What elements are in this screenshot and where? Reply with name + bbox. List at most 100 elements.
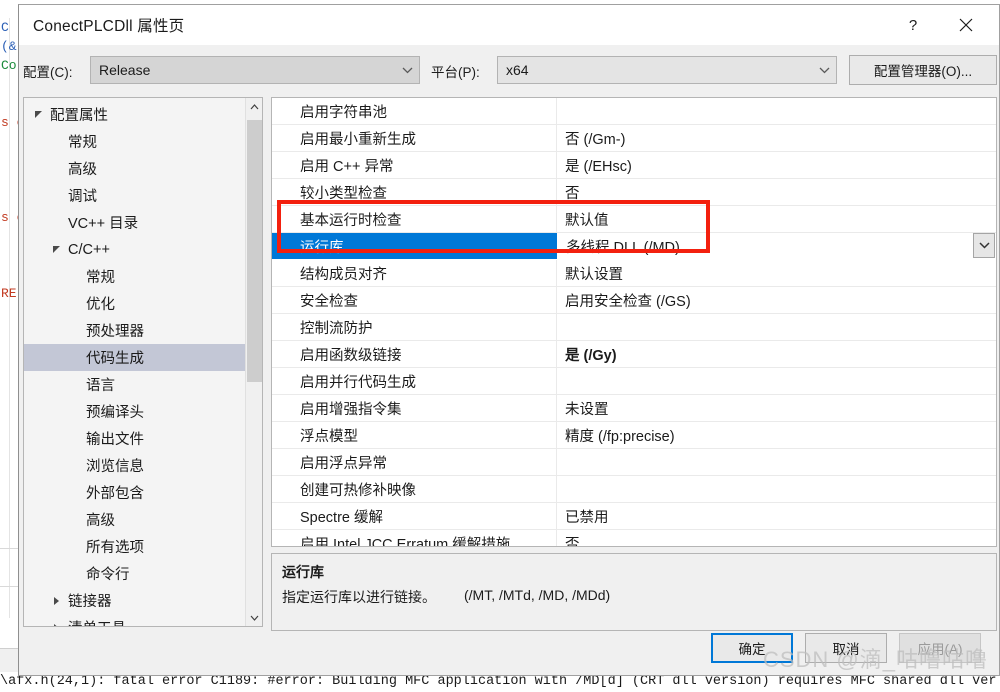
tree-item-label: 调试 [68,189,97,205]
tree-item[interactable]: 语言 [24,371,262,398]
property-row[interactable]: 启用浮点异常 [272,449,996,476]
property-row-selected[interactable]: 运行库 多线程 DLL (/MD) [272,233,996,260]
tree-item-label: 命令行 [86,567,130,583]
property-row[interactable]: 启用最小重新生成否 (/Gm-) [272,125,996,152]
cancel-button[interactable]: 取消 [805,633,887,663]
property-pages-dialog: ConectPLCDll 属性页 ? 配置(C): Release 平台(P):… [18,4,1000,676]
property-row[interactable]: 安全检查 启用安全检查 (/GS) [272,287,996,314]
triangle-glyph [52,246,60,253]
property-name: 启用 Intel JCC Erratum 缓解措施 [272,530,557,546]
property-name: 浮点模型 [272,422,557,448]
property-value: 是 (/Gy) [565,347,617,364]
scroll-up-icon[interactable] [246,98,262,115]
property-value-dropdown-button[interactable] [973,233,995,258]
property-row[interactable]: 基本运行时检查 默认值 [272,206,996,233]
tree-item[interactable]: 高级 [24,155,262,182]
property-row[interactable]: 启用函数级链接是 (/Gy) [272,341,996,368]
property-name: 启用函数级链接 [272,341,557,367]
description-title: 运行库 [282,564,324,580]
scrollbar-thumb[interactable] [247,120,262,382]
tree-item[interactable]: 输出文件 [24,425,262,452]
triangle-glyph [53,623,59,626]
tree-item-label: 链接器 [68,594,112,610]
chevron-right-icon[interactable] [48,596,64,605]
close-icon[interactable] [943,5,989,45]
property-tree-panel: 配置属性 常规 高级 调试 VC++ 目录 C/C++ 常规 优化 预处理器 代码生成 语言 预编译头… [23,97,263,627]
tree-item[interactable]: 优化 [24,290,262,317]
property-row[interactable]: 结构成员对齐 默认设置 [272,260,996,287]
property-row[interactable]: 启用 Intel JCC Erratum 缓解措施否 [272,530,996,546]
scroll-down-icon[interactable] [246,609,262,626]
property-row[interactable]: 启用增强指令集 未设置 [272,395,996,422]
tree-item[interactable]: 常规 [24,263,262,290]
help-icon[interactable]: ? [890,5,936,45]
tree-item[interactable]: 链接器 [24,587,262,614]
property-row[interactable]: 控制流防护 [272,314,996,341]
property-value: 否 (/Gm-) [565,131,626,148]
tree-item-label: VC++ 目录 [68,216,139,232]
close-glyph [959,18,973,32]
property-value [557,98,996,124]
tree-item[interactable]: 高级 [24,506,262,533]
tree-item[interactable]: 预处理器 [24,317,262,344]
description-text: 指定运行库以进行链接。 [282,589,436,605]
chevron-right-icon[interactable] [48,623,64,626]
property-row[interactable]: 启用 C++ 异常是 (/EHsc) [272,152,996,179]
tree-item-label: 高级 [68,162,97,178]
chevron-down-icon [812,67,836,74]
platform-select[interactable]: x64 [497,56,837,84]
tree-item-label: 输出文件 [86,432,144,448]
tree-item-label: 常规 [68,135,97,151]
tree-item-label: 所有选项 [86,540,144,556]
property-tree: 配置属性 常规 高级 调试 VC++ 目录 C/C++ 常规 优化 预处理器 代码生成 语言 预编译头… [24,98,262,626]
chevron-down-icon[interactable] [48,246,64,253]
property-row[interactable]: 启用字符串池 [272,98,996,125]
tree-item[interactable]: C/C++ [24,236,262,263]
property-name: 启用浮点异常 [272,449,557,475]
property-row[interactable]: 浮点模型 精度 (/fp:precise) [272,422,996,449]
property-row[interactable]: Spectre 缓解 已禁用 [272,503,996,530]
tree-item-label: 预处理器 [86,324,144,340]
property-grid-panel: 启用字符串池 启用最小重新生成否 (/Gm-) 启用 C++ 异常是 (/EHsc)… [271,97,997,547]
tree-item[interactable]: 清单工具 [24,614,262,626]
property-name: 控制流防护 [272,314,557,340]
property-value: 已禁用 [565,509,609,526]
property-value [557,449,996,475]
help-glyph: ? [908,16,918,34]
tree-scrollbar[interactable] [245,98,262,626]
property-name: 安全检查 [272,287,557,313]
property-name: Spectre 缓解 [272,503,557,529]
tree-item-label: 外部包含 [86,486,144,502]
dialog-title: ConectPLCDll 属性页 [33,18,185,35]
configuration-manager-button[interactable]: 配置管理器(O)... [849,55,997,85]
tree-item[interactable]: 所有选项 [24,533,262,560]
tree-item[interactable]: 调试 [24,182,262,209]
configuration-select[interactable]: Release [90,56,420,84]
property-value [557,368,996,394]
tree-item-label: 代码生成 [86,351,144,367]
chevron-down-icon [978,242,990,249]
property-row[interactable]: 较小类型检查否 [272,179,996,206]
tree-item[interactable]: 预编译头 [24,398,262,425]
tree-item-label: 清单工具 [64,617,126,626]
tree-item[interactable]: 常规 [24,128,262,155]
tree-item[interactable]: 代码生成 [24,344,262,371]
property-row[interactable]: 启用并行代码生成 [272,368,996,395]
property-name: 创建可热修补映像 [272,476,557,502]
tree-item[interactable]: 浏览信息 [24,452,262,479]
ok-button[interactable]: 确定 [711,633,793,663]
tree-item[interactable]: VC++ 目录 [24,209,262,236]
tree-item[interactable]: 命令行 [24,560,262,587]
property-value[interactable]: 多线程 DLL (/MD) [557,233,996,259]
property-name: 较小类型检查 [272,179,557,205]
property-value: 否 [565,185,580,202]
property-row[interactable]: 创建可热修补映像 [272,476,996,503]
property-name: 运行库 [272,233,557,259]
tree-item-label: 高级 [86,513,115,529]
tree-item[interactable]: 外部包含 [24,479,262,506]
chevron-down-icon[interactable] [30,111,46,118]
property-name: 结构成员对齐 [272,260,557,286]
configuration-label: 配置(C): [23,65,73,80]
property-value: 默认设置 [565,266,623,283]
tree-item[interactable]: 配置属性 [24,101,262,128]
